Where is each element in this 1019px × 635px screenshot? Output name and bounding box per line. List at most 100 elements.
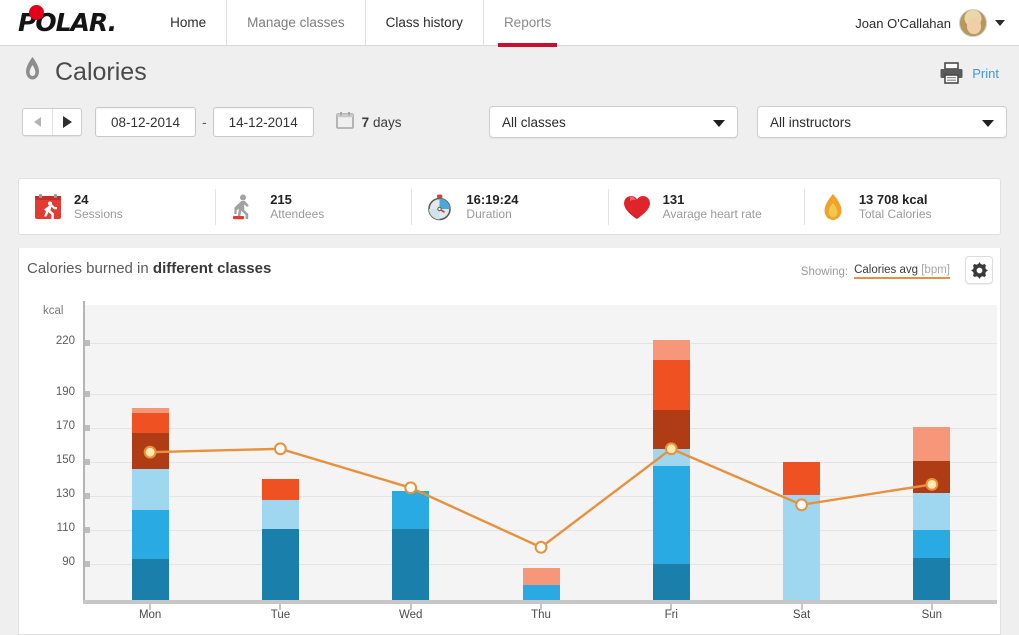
bar-segment[interactable] [913,557,951,600]
bar-segment[interactable] [652,564,690,600]
chart-legend: kcal Spinning Bodypump Spinning 120 Body… [27,300,701,322]
y-axis-tick-150: 150 [55,454,75,467]
legend-label-bodycombat: Bodycombat [515,305,580,317]
showing-value[interactable]: Calories avg [bpm] [854,264,950,279]
bar-segment[interactable] [131,433,169,470]
y-axis-tick-mark [85,493,90,500]
date-range-dash: - [202,114,207,130]
y-axis-tick-190: 190 [55,386,75,399]
legend-item-spinning-120[interactable]: Spinning 120 [274,304,363,318]
y-axis-line [83,301,85,602]
bar-segment[interactable] [131,469,169,510]
stopwatch-icon [425,192,455,222]
gridline [85,394,997,396]
legend-label-spinning-120: Spinning 120 [295,305,363,317]
legend-item-bodyattack[interactable]: Bodyattack [601,304,679,318]
bar-segment[interactable] [913,460,951,493]
bar-segment[interactable] [652,339,690,361]
bar-segment[interactable] [913,492,951,531]
x-axis-tick-wed: Wed [398,609,423,621]
avatar[interactable] [959,9,987,37]
previous-period-button[interactable] [23,109,52,135]
showing-value-text: Calories avg [854,264,922,276]
x-axis-tick-mark [409,604,412,610]
nav-item-reports[interactable]: Reports [482,0,571,47]
print-button[interactable]: Print [939,62,999,84]
showing-value-unit: [bpm] [921,264,950,276]
nav-item-manage-classes-label: Manage classes [247,15,345,30]
y-axis-tick-170: 170 [55,420,75,433]
stat-duration: 16:19:24 Duration [411,187,607,227]
bar-segment[interactable] [652,360,690,410]
heart-icon [622,192,652,222]
user-name: Joan O'Callahan [855,15,951,31]
bar-segment[interactable] [652,448,690,466]
x-axis-line [83,600,997,604]
legend-item-bodycombat[interactable]: Bodycombat [494,304,580,318]
stat-average-heart-rate-value: 131 [662,191,685,207]
flame-icon [818,192,848,222]
classes-filter-select[interactable]: All classes [489,106,738,138]
legend-item-bodypump[interactable]: Bodypump [176,304,253,318]
chart-title-bold: different classes [152,260,272,277]
instructors-filter-select[interactable]: All instructors [757,106,1007,138]
chart-settings-button[interactable] [965,256,993,284]
bar-segment[interactable] [522,584,560,600]
bar-segment[interactable] [783,462,821,495]
date-from-input[interactable]: 08-12-2014 [95,107,196,137]
bar-segment[interactable] [131,559,169,600]
bar-segment[interactable] [131,407,169,414]
bar-segment[interactable] [261,528,299,600]
bar-segment[interactable] [131,413,169,434]
next-period-button[interactable] [52,109,81,135]
chart-title: Calories burned in different classes [27,260,271,277]
nav-item-home[interactable]: Home [150,0,226,46]
days-count-value: 7 [361,114,370,130]
x-axis-tick-mark [279,604,282,610]
legend-swatch-bodycombat [494,304,508,318]
legend-item-spinning[interactable]: Spinning [89,304,155,318]
polar-logo[interactable]: POLAR. [18,5,117,37]
bar-segment[interactable] [913,530,951,558]
printer-icon [940,62,963,84]
y-axis-tick-mark [85,527,90,534]
page-header: Calories Print [0,46,1019,98]
bar-segment[interactable] [261,499,299,529]
showing-control: Showing: Calories avg [bpm] [801,264,950,279]
gear-icon [970,261,988,279]
line-data-point [143,445,157,459]
logo-dot-icon [29,5,44,20]
page-title: Calories [55,57,147,86]
x-axis-tick-sat: Sat [792,609,811,621]
bar-segment[interactable] [261,479,299,500]
stat-average-heart-rate: 131 Avarage heart rate [607,187,804,227]
nav-item-class-history-label: Class history [385,15,463,30]
bar-segment[interactable] [652,465,690,565]
gridline [85,530,997,532]
bar-segment[interactable] [392,528,430,600]
nav-item-reports-label: Reports [503,15,552,30]
chevron-down-icon[interactable] [995,20,1005,26]
x-axis-tick-sun: Sun [921,609,943,621]
print-label: Print [972,65,999,81]
bar-segment[interactable] [522,567,560,585]
bar-segment[interactable] [392,491,430,529]
legend-item-bodybalance[interactable]: Bodybalance [384,304,472,318]
bar-segment[interactable] [913,426,951,461]
gridline [85,496,997,498]
line-data-point [274,442,287,456]
stat-sessions-label: Sessions [74,206,123,221]
bar-segment[interactable] [131,509,169,560]
gridline [85,343,997,345]
bar-segment[interactable] [652,409,690,449]
y-axis-tick-mark [85,391,90,398]
nav-item-class-history[interactable]: Class history [364,0,483,46]
bar-segment[interactable] [783,494,821,600]
line-data-point [795,498,808,512]
date-to-input[interactable]: 14-12-2014 [212,107,314,137]
line-data-point [534,540,548,554]
nav-item-manage-classes[interactable]: Manage classes [226,0,365,46]
chevron-down-icon [713,120,725,127]
user-menu[interactable]: Joan O'Callahan [855,0,1005,46]
stat-total-calories-label: Total Calories [858,206,932,221]
